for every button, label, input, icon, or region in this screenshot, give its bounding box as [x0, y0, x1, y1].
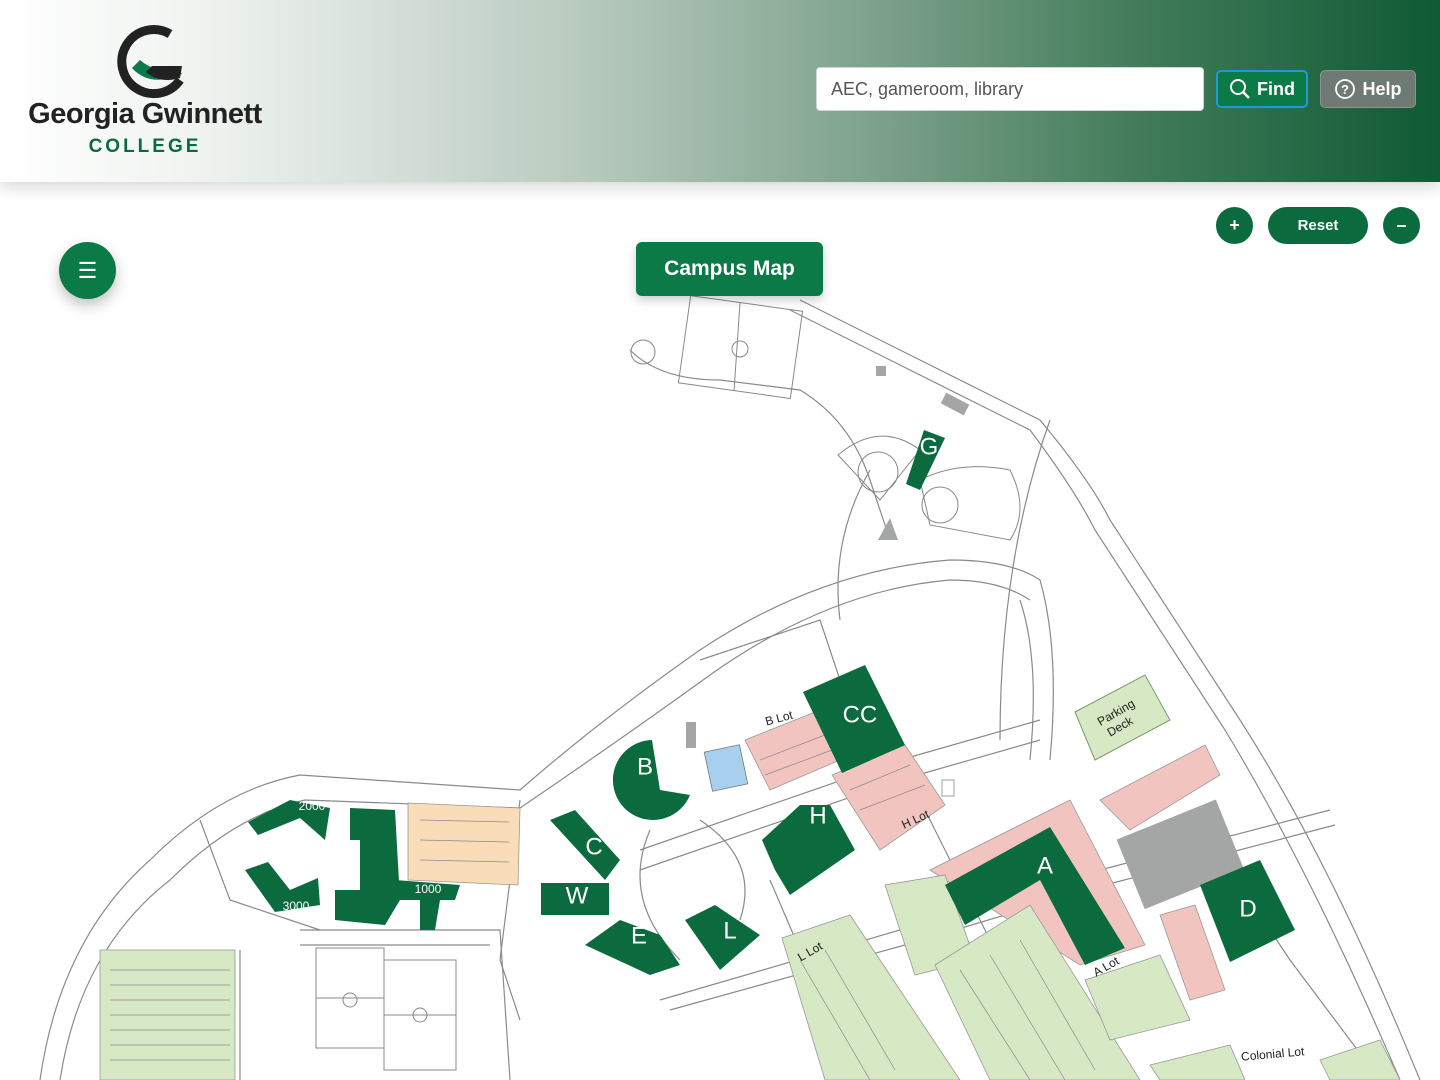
- header: Georgia Gwinnett COLLEGE Find ? Help: [0, 0, 1440, 182]
- gg-logo-icon: [117, 25, 184, 99]
- building-h-label[interactable]: H: [809, 802, 826, 829]
- building-e-label[interactable]: E: [631, 922, 647, 949]
- building-a-label[interactable]: A: [1037, 852, 1053, 879]
- help-label: Help: [1362, 78, 1402, 99]
- building-g-label[interactable]: G: [920, 433, 939, 460]
- building-b-label[interactable]: B: [637, 753, 653, 780]
- search-icon: [1230, 79, 1250, 99]
- zoom-out-button[interactable]: –: [1383, 207, 1420, 244]
- zoom-in-button[interactable]: +: [1216, 207, 1253, 244]
- college-logo[interactable]: Georgia Gwinnett COLLEGE: [20, 22, 270, 162]
- question-icon: ?: [1335, 79, 1356, 99]
- map-title: Campus Map: [636, 242, 823, 296]
- menu-button[interactable]: ☰: [59, 242, 116, 299]
- logo-college: COLLEGE: [88, 136, 202, 157]
- hamburger-icon: ☰: [77, 257, 98, 283]
- building-cc-label[interactable]: CC: [843, 701, 878, 728]
- campus-map[interactable]: G CC B H C W E L A D 2000 3000 1000 B Lo…: [0, 182, 1440, 1080]
- find-button[interactable]: Find: [1216, 70, 1308, 108]
- building-d-label[interactable]: D: [1239, 895, 1256, 922]
- building-c-label[interactable]: C: [585, 833, 602, 860]
- find-label: Find: [1257, 78, 1295, 99]
- help-button[interactable]: ? Help: [1320, 70, 1416, 108]
- building-l-label[interactable]: L: [723, 917, 736, 944]
- colonial-lot-label: Colonial Lot: [1240, 1044, 1305, 1064]
- search-input[interactable]: [816, 67, 1204, 111]
- buildings: [245, 366, 1295, 975]
- reset-button[interactable]: Reset: [1268, 207, 1368, 244]
- building-w-label[interactable]: W: [566, 882, 589, 909]
- logo-name: Georgia Gwinnett: [28, 98, 262, 130]
- svg-text:?: ?: [1342, 82, 1350, 97]
- housing-1000-label[interactable]: 1000: [415, 882, 442, 896]
- housing-3000-label[interactable]: 3000: [283, 899, 310, 913]
- housing-2000-label[interactable]: 2000: [299, 799, 326, 813]
